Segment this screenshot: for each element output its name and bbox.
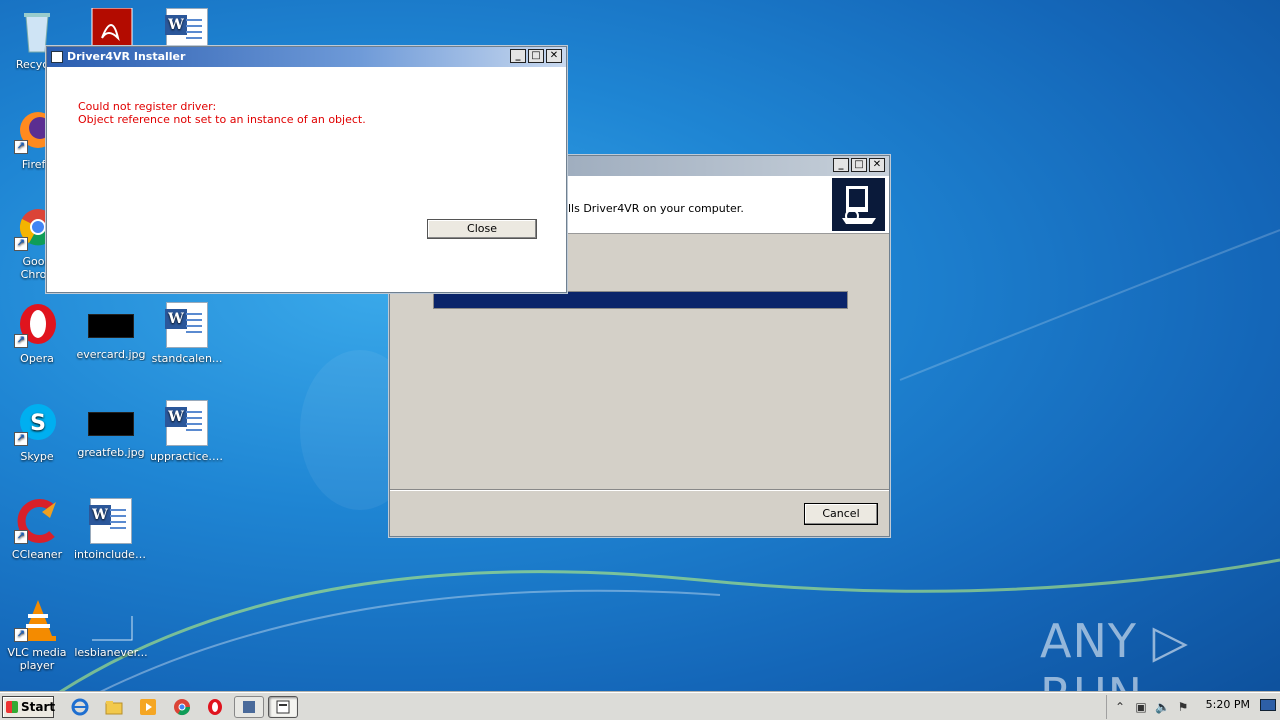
internet-explorer-icon[interactable] [70,697,90,717]
error-message: Could not register driver: Object refere… [78,100,366,126]
app-icon [51,51,63,63]
desktop-icon-label: VLC media player [7,646,67,672]
desktop-icon-standcalen[interactable]: W standcalen... [150,302,224,365]
shortcut-arrow-icon: ↗ [14,628,28,642]
blank-file-icon [88,596,134,642]
desktop-icon-label: CCleaner [11,548,63,561]
desktop-icon-opera[interactable]: ↗ Opera [0,302,74,365]
maximize-button[interactable]: □ [528,49,544,63]
word-document-icon: W [88,498,134,544]
show-hidden-icons-icon[interactable]: ⌃ [1113,700,1127,714]
word-document-icon: W [164,302,210,348]
clock[interactable]: 5:20 PM [1206,693,1250,717]
maximize-button[interactable]: □ [851,158,867,172]
desktop-icon-uppractice[interactable]: W uppractice.rtf [150,400,224,463]
desktop-icon-greatfeb[interactable]: greatfeb.jpg [74,400,148,459]
close-window-button[interactable]: ✕ [869,158,885,172]
volume-icon[interactable]: 🔈 [1155,700,1170,714]
close-button[interactable]: Close [427,219,537,239]
desktop-icon-ccleaner[interactable]: ↗ CCleaner [0,498,74,561]
minimize-button[interactable]: _ [510,49,526,63]
shortcut-arrow-icon: ↗ [14,334,28,348]
media-player-icon[interactable] [138,697,158,717]
desktop-icon-lesbianever[interactable]: lesbianever... [74,596,148,659]
ccleaner-icon: ↗ [14,498,60,544]
desktop-icon-intoincludes[interactable]: W intoincludes... [74,498,148,561]
image-thumbnail-icon [88,412,134,436]
shortcut-arrow-icon: ↗ [14,530,28,544]
error-dialog[interactable]: Driver4VR Installer _ □ ✕ Could not regi… [46,46,567,293]
installer-header-text: lls Driver4VR on your computer. [568,202,744,215]
desktop-icon-label: standcalen... [151,352,223,365]
cancel-button[interactable]: Cancel [804,503,878,525]
windows-flag-icon [6,701,18,713]
desktop-icon-label: uppractice.rtf [150,450,224,463]
file-explorer-icon[interactable] [104,697,124,717]
error-dialog-title: Driver4VR Installer [67,50,186,63]
word-document-icon: W [164,400,210,446]
minimize-button[interactable]: _ [833,158,849,172]
desktop-icon-label: Skype [20,450,54,463]
shortcut-arrow-icon: ↗ [14,237,28,251]
error-message-line: Object reference not set to an instance … [78,113,366,126]
shortcut-arrow-icon: ↗ [14,140,28,154]
desktop-icon-vlc[interactable]: ↗ VLC media player [0,596,74,672]
opera-icon: ↗ [14,302,60,348]
active-window-taskbar-button[interactable] [268,696,298,718]
desktop-icon-label: greatfeb.jpg [77,446,145,459]
start-label: Start [21,700,56,714]
desktop-icon-label: evercard.jpg [76,348,146,361]
error-message-line: Could not register driver: [78,100,217,113]
installer-divider [390,489,889,491]
desktop-icon-skype[interactable]: S ↗ Skype [0,400,74,463]
image-thumbnail-icon [88,314,134,338]
action-center-flag-icon[interactable]: ⚑ [1176,700,1190,714]
vlc-cone-icon: ↗ [14,596,60,642]
system-tray: ⌃ ▣ 🔈 ⚑ [1106,695,1280,719]
error-dialog-titlebar[interactable]: Driver4VR Installer _ □ ✕ [47,47,566,67]
desktop-icon-label: intoincludes... [74,548,148,561]
desktop-icon-label: Opera [20,352,54,365]
desktop-icon-label: lesbianever... [74,646,148,659]
svg-text:S: S [30,411,46,436]
skype-icon: S ↗ [14,400,60,446]
installer-progress-track [433,291,848,309]
start-button[interactable]: Start [2,696,56,718]
show-desktop-icon[interactable] [1260,699,1276,711]
installer-computer-icon [832,178,885,231]
close-window-button[interactable]: ✕ [546,49,562,63]
shortcut-arrow-icon: ↗ [14,432,28,446]
chrome-taskbar-icon[interactable] [172,697,192,717]
taskbar: Start ⌃ ▣ 🔈 ⚑ 5:20 PM [0,692,1280,720]
installer-taskbar-button[interactable] [234,696,264,718]
desktop-icon-evercard[interactable]: evercard.jpg [74,302,148,361]
network-icon[interactable]: ▣ [1134,700,1148,714]
installer-progress-fill [434,292,847,308]
opera-taskbar-icon[interactable] [205,697,225,717]
